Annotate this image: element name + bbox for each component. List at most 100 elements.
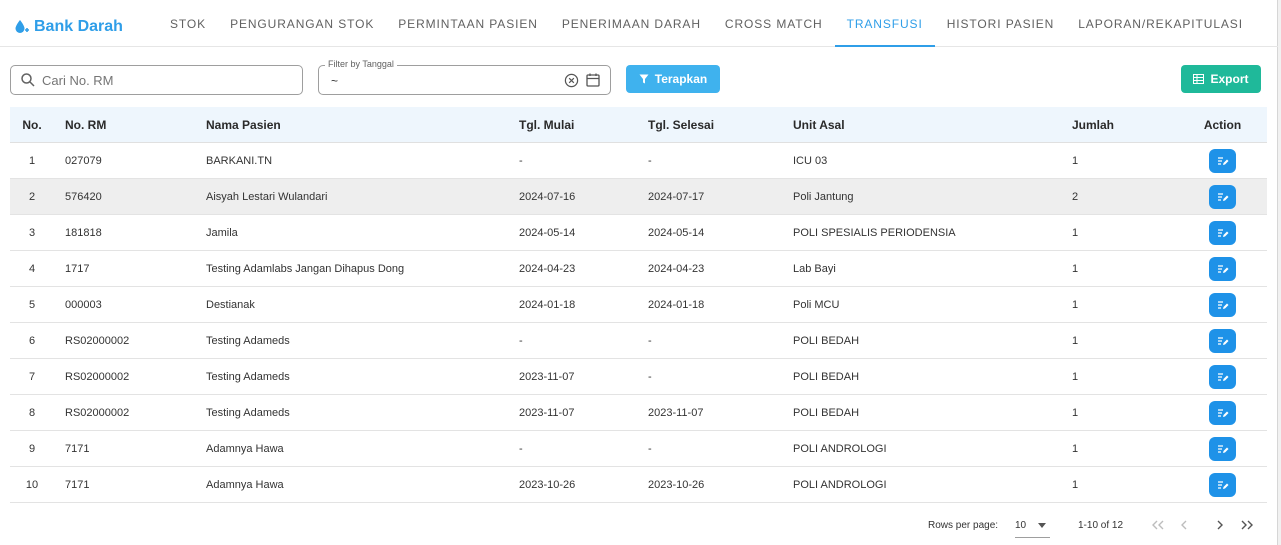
edit-button[interactable] <box>1209 364 1236 389</box>
cell-action <box>1178 256 1267 281</box>
header-no[interactable]: No. <box>10 118 54 132</box>
cell-tgl-mulai: - <box>519 334 523 347</box>
table-row[interactable]: 1 027079 BARKANI.TN - - ICU 03 1 <box>10 143 1267 179</box>
page-range: 1-10 of 12 <box>1078 520 1124 531</box>
cell-no: 3 <box>28 226 36 239</box>
table-row[interactable]: 2 576420 Aisyah Lestari Wulandari 2024-07-1… <box>10 179 1267 215</box>
brand[interactable]: Bank Darah <box>14 18 123 36</box>
next-page-icon[interactable] <box>1211 516 1229 534</box>
tab-pengurangan-stok[interactable]: PENGURANGAN STOK <box>218 0 386 47</box>
tab-permintaan-pasien[interactable]: PERMINTAAN PASIEN <box>386 0 550 47</box>
edit-button[interactable] <box>1209 256 1236 281</box>
pagination: Rows per page: 10 1-10 of 12 <box>0 512 1278 540</box>
edit-icon <box>1217 264 1228 273</box>
date-filter-value: ~ <box>331 74 339 88</box>
header-tgl-selesai[interactable]: Tgl. Selesai <box>638 118 783 132</box>
header-no-rm[interactable]: No. RM <box>54 118 195 132</box>
table-row[interactable]: 10 7171 Adamnya Hawa 2023-10-26 2023-10-26 PO… <box>10 467 1267 503</box>
cell-tgl-mulai: 2024-07-16 <box>519 190 576 203</box>
cell-tgl-selesai: 2024-04-23 <box>648 262 705 275</box>
cell-no-rm: 000003 <box>65 298 102 311</box>
edit-icon <box>1217 156 1228 165</box>
transfusion-table: No. No. RM Nama Pasien Tgl. Mulai Tgl. S… <box>10 107 1267 503</box>
last-page-icon[interactable] <box>1238 516 1256 534</box>
apply-filter-button[interactable]: Terapkan <box>626 65 720 93</box>
edit-button[interactable] <box>1209 472 1236 497</box>
top-nav: Bank Darah STOK PENGURANGAN STOK PERMINT… <box>0 0 1278 47</box>
table-row[interactable]: 3 181818 Jamila 2024-05-14 2024-05-14 POLI SP… <box>10 215 1267 251</box>
cell-no: 2 <box>28 190 36 203</box>
calendar-icon[interactable] <box>585 72 601 88</box>
cell-tgl-mulai: 2023-11-07 <box>519 370 575 383</box>
header-unit-asal[interactable]: Unit Asal <box>783 118 1062 132</box>
edit-button[interactable] <box>1209 220 1236 245</box>
cell-unit-asal: POLI ANDROLOGI <box>793 442 887 455</box>
edit-icon <box>1217 444 1228 453</box>
edit-button[interactable] <box>1209 148 1236 173</box>
cell-tgl-selesai: 2024-01-18 <box>648 298 705 311</box>
date-filter[interactable]: Filter by Tanggal ~ <box>318 59 611 95</box>
cell-jumlah: 1 <box>1072 406 1079 419</box>
export-label: Export <box>1210 72 1249 86</box>
edit-icon <box>1217 408 1228 417</box>
search-field[interactable] <box>10 65 303 95</box>
cell-unit-asal: POLI BEDAH <box>793 334 860 347</box>
table-row[interactable]: 4 1717 Testing Adamlabs Jangan Dihapus Don… <box>10 251 1267 287</box>
cell-tgl-mulai: 2024-01-18 <box>519 298 576 311</box>
edit-icon <box>1217 372 1228 381</box>
edit-button[interactable] <box>1209 184 1236 209</box>
edit-button[interactable] <box>1209 436 1236 461</box>
table-row[interactable]: 9 7171 Adamnya Hawa - - POLI ANDROLOGI 1 <box>10 431 1267 467</box>
prev-page-icon[interactable] <box>1175 516 1193 534</box>
cell-tgl-mulai: 2024-05-14 <box>519 226 576 239</box>
cell-no: 9 <box>28 442 36 455</box>
rows-per-page-select[interactable]: 10 <box>1015 514 1050 538</box>
cell-jumlah: 1 <box>1072 370 1079 383</box>
cell-no-rm: RS02000002 <box>65 406 130 419</box>
header-tgl-mulai[interactable]: Tgl. Mulai <box>509 118 638 132</box>
cell-no: 1 <box>28 154 36 167</box>
table-body: 1 027079 BARKANI.TN - - ICU 03 1 2 576420 Aisyah … <box>10 143 1267 503</box>
cell-unit-asal: POLI ANDROLOGI <box>793 478 887 491</box>
tab-laporan-rekapitulasi[interactable]: LAPORAN/REKAPITULASI <box>1066 0 1255 47</box>
table-row[interactable]: 8 RS02000002 Testing Adameds 2023-11-07 2023… <box>10 395 1267 431</box>
cell-tgl-selesai: 2024-07-17 <box>648 190 705 203</box>
header-jumlah[interactable]: Jumlah <box>1062 118 1178 132</box>
edit-button[interactable] <box>1209 328 1236 353</box>
cell-no: 5 <box>28 298 36 311</box>
cell-action <box>1178 472 1267 497</box>
table-row[interactable]: 6 RS02000002 Testing Adameds - - POLI BEDAH 1 <box>10 323 1267 359</box>
clear-icon[interactable] <box>564 73 579 88</box>
edit-icon <box>1217 480 1228 489</box>
cell-action <box>1178 328 1267 353</box>
header-nama-pasien[interactable]: Nama Pasien <box>195 118 509 132</box>
search-input[interactable] <box>42 72 282 88</box>
cell-nama-pasien: Testing Adameds <box>206 370 290 383</box>
cell-jumlah: 1 <box>1072 262 1079 275</box>
tab-penerimaan-darah[interactable]: PENERIMAAN DARAH <box>550 0 713 47</box>
cell-nama-pasien: Testing Adameds <box>206 406 290 419</box>
cell-no-rm: 576420 <box>65 190 102 203</box>
blood-drop-plus-icon <box>15 20 29 33</box>
rows-per-page-value: 10 <box>1015 520 1027 531</box>
cell-action <box>1178 220 1267 245</box>
cell-unit-asal: Poli MCU <box>793 298 840 311</box>
edit-button[interactable] <box>1209 400 1236 425</box>
tab-histori-pasien[interactable]: HISTORI PASIEN <box>935 0 1067 47</box>
tab-bar: STOK PENGURANGAN STOK PERMINTAAN PASIEN … <box>158 0 1255 47</box>
first-page-icon[interactable] <box>1149 516 1167 534</box>
cell-no-rm: 1717 <box>65 262 90 275</box>
table-row[interactable]: 5 000003 Destianak 2024-01-18 2024-01-18 Poli… <box>10 287 1267 323</box>
table-row[interactable]: 7 RS02000002 Testing Adameds 2023-11-07 - POL… <box>10 359 1267 395</box>
cell-nama-pasien: Aisyah Lestari Wulandari <box>206 190 328 203</box>
cell-nama-pasien: Testing Adameds <box>206 334 290 347</box>
filter-icon <box>639 74 649 84</box>
cell-unit-asal: POLI SPESIALIS PERIODENSIA <box>793 226 956 239</box>
edit-button[interactable] <box>1209 292 1236 317</box>
tab-cross-match[interactable]: CROSS MATCH <box>713 0 835 47</box>
export-button[interactable]: Export <box>1181 65 1261 93</box>
header-action: Action <box>1203 117 1242 132</box>
tab-stok[interactable]: STOK <box>158 0 218 47</box>
caret-down-icon <box>1038 523 1047 528</box>
tab-transfusi[interactable]: TRANSFUSI <box>834 0 935 47</box>
